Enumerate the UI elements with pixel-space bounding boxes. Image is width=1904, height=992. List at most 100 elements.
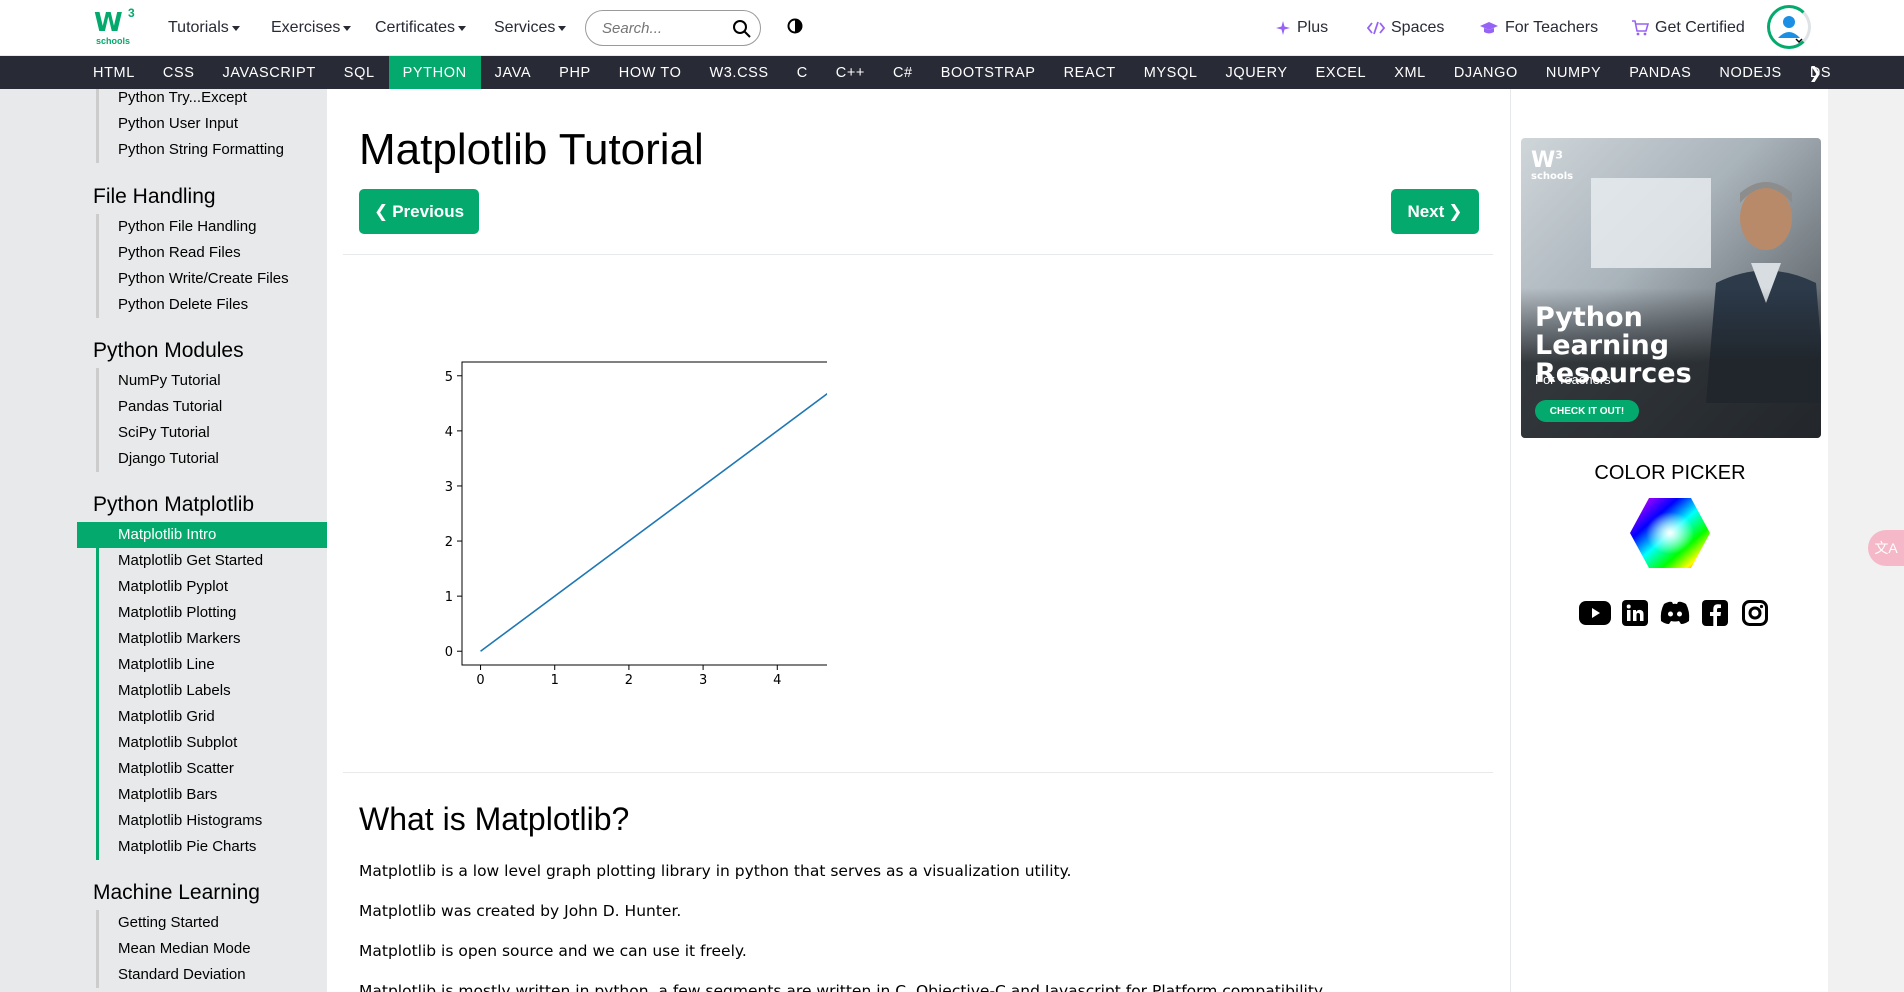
sidebar-link[interactable]: Matplotlib Get Started [99, 548, 327, 574]
sidebar-link[interactable]: Matplotlib Pyplot [99, 574, 327, 600]
sidebar-group-top: Python Try...Except Python User Input Py… [96, 89, 327, 163]
next-button[interactable]: Next ❯ [1391, 189, 1479, 234]
nav-bootstrap[interactable]: BOOTSTRAP [927, 56, 1050, 89]
sidebar-link[interactable]: Matplotlib Grid [99, 704, 327, 730]
sidebar-link[interactable]: Pandas Tutorial [99, 394, 327, 420]
nav-sql[interactable]: SQL [330, 56, 389, 89]
spaces-label: Spaces [1391, 19, 1445, 36]
dark-mode-toggle-icon[interactable] [787, 18, 803, 34]
nav-csharp[interactable]: C# [879, 56, 927, 89]
nav-w3css[interactable]: W3.CSS [695, 56, 782, 89]
certificates-menu[interactable]: Certificates [375, 0, 467, 56]
y-tick-label: 4 [445, 425, 453, 440]
x-tick-label: 3 [699, 673, 707, 688]
ad-banner[interactable]: W3 schools Python Learning Resources For … [1521, 138, 1821, 438]
nav-react[interactable]: REACT [1050, 56, 1130, 89]
sidebar-link[interactable]: NumPy Tutorial [99, 368, 327, 394]
w3schools-logo[interactable]: W 3 schools [94, 6, 140, 48]
sidebar-link[interactable]: Matplotlib Bars [99, 782, 327, 808]
divider [343, 254, 1493, 255]
nav-php[interactable]: PHP [545, 56, 605, 89]
nav-django[interactable]: DJANGO [1440, 56, 1532, 89]
y-tick-label: 5 [445, 370, 453, 385]
search-input[interactable] [602, 20, 722, 37]
nav-html[interactable]: HTML [79, 56, 149, 89]
search-icon[interactable] [732, 19, 752, 39]
sidebar-link[interactable]: Python Try...Except [99, 89, 327, 111]
matplotlib-chart: 012345012345 [445, 361, 827, 688]
nav-cpp[interactable]: C++ [822, 56, 879, 89]
nav-c[interactable]: C [783, 56, 822, 89]
sidebar-link[interactable]: Mean Median Mode [99, 936, 327, 962]
sidebar-link[interactable]: Matplotlib Line [99, 652, 327, 678]
sidebar-link[interactable]: Getting Started [99, 910, 327, 936]
nav-javascript[interactable]: JAVASCRIPT [209, 56, 330, 89]
previous-label: Previous [392, 201, 465, 221]
instagram-icon[interactable] [1739, 597, 1771, 629]
translate-icon[interactable]: 文A [1868, 530, 1904, 566]
nav-css[interactable]: CSS [149, 56, 209, 89]
sidebar-link[interactable]: Python User Input [99, 111, 327, 137]
sidebar-link[interactable]: Matplotlib Pie Charts [99, 834, 327, 860]
sidebar-link[interactable]: Matplotlib Plotting [99, 600, 327, 626]
color-picker-label: COLOR PICKER [1594, 462, 1746, 484]
sidebar-link[interactable]: Python String Formatting [99, 137, 327, 163]
sidebar-link[interactable]: Python File Handling [99, 214, 327, 240]
ad-cta-button[interactable]: CHECK IT OUT! [1535, 400, 1639, 422]
user-avatar[interactable] [1767, 5, 1811, 49]
nav-scroll-right-icon[interactable]: ❯ [1809, 63, 1822, 83]
ad-background-window [1591, 178, 1711, 268]
logo-subtext: schools [96, 36, 131, 46]
tutorials-menu[interactable]: Tutorials [168, 0, 240, 56]
code-icon [1367, 21, 1385, 35]
discord-icon[interactable] [1659, 597, 1691, 629]
nav-excel[interactable]: EXCEL [1302, 56, 1381, 89]
sidebar-link[interactable]: Python Read Files [99, 240, 327, 266]
paragraph: Matplotlib is a low level graph plotting… [359, 862, 1072, 880]
sidebar-link-active[interactable]: Matplotlib Intro [77, 522, 327, 548]
x-tick-label: 2 [625, 673, 633, 688]
nav-numpy[interactable]: NUMPY [1532, 56, 1615, 89]
sidebar-link[interactable]: Django Tutorial [99, 446, 327, 472]
nav-mysql[interactable]: MYSQL [1130, 56, 1212, 89]
sidebar-link[interactable]: Matplotlib Scatter [99, 756, 327, 782]
plus-link[interactable]: Plus [1275, 0, 1328, 56]
services-menu[interactable]: Services [494, 0, 567, 56]
y-tick-label: 1 [445, 590, 453, 605]
for-teachers-label: For Teachers [1505, 19, 1599, 36]
sparkle-icon [1276, 21, 1290, 35]
nav-nodejs[interactable]: NODEJS [1705, 56, 1795, 89]
search-box[interactable] [585, 10, 761, 46]
sidebar-link[interactable]: Python Delete Files [99, 292, 327, 318]
page-title: Matplotlib Tutorial [359, 125, 704, 174]
previous-button[interactable]: ❮ Previous [359, 189, 479, 234]
sidebar-link[interactable]: Matplotlib Markers [99, 626, 327, 652]
facebook-icon[interactable] [1699, 597, 1731, 629]
sidebar-link[interactable]: SciPy Tutorial [99, 420, 327, 446]
paragraph: Matplotlib is mostly written in python, … [359, 982, 1326, 992]
sidebar-link[interactable]: Python Write/Create Files [99, 266, 327, 292]
exercises-menu[interactable]: Exercises [271, 0, 352, 56]
sidebar-link[interactable]: Matplotlib Histograms [99, 808, 327, 834]
x-tick-label: 1 [551, 673, 559, 688]
youtube-icon[interactable] [1579, 597, 1611, 629]
get-certified-label: Get Certified [1655, 19, 1745, 36]
nav-how-to[interactable]: HOW TO [605, 56, 696, 89]
color-picker-icon[interactable] [1629, 497, 1711, 569]
nav-python[interactable]: PYTHON [388, 56, 481, 89]
spaces-link[interactable]: Spaces [1367, 0, 1444, 56]
nav-jquery[interactable]: JQUERY [1212, 56, 1302, 89]
sidebar-link[interactable]: Matplotlib Subplot [99, 730, 327, 756]
sidebar-group-ml: Getting Started Mean Median Mode Standar… [96, 910, 327, 988]
sidebar-link[interactable]: Standard Deviation [99, 962, 327, 988]
x-tick-label: 0 [476, 673, 484, 688]
plus-label: Plus [1297, 19, 1329, 36]
nav-pandas[interactable]: PANDAS [1615, 56, 1705, 89]
get-certified-link[interactable]: Get Certified [1631, 0, 1745, 56]
for-teachers-link[interactable]: For Teachers [1479, 0, 1598, 56]
chevron-right-icon: ❯ [1448, 201, 1463, 221]
linkedin-icon[interactable] [1619, 597, 1651, 629]
sidebar-link[interactable]: Matplotlib Labels [99, 678, 327, 704]
nav-xml[interactable]: XML [1380, 56, 1440, 89]
nav-java[interactable]: JAVA [481, 56, 546, 89]
